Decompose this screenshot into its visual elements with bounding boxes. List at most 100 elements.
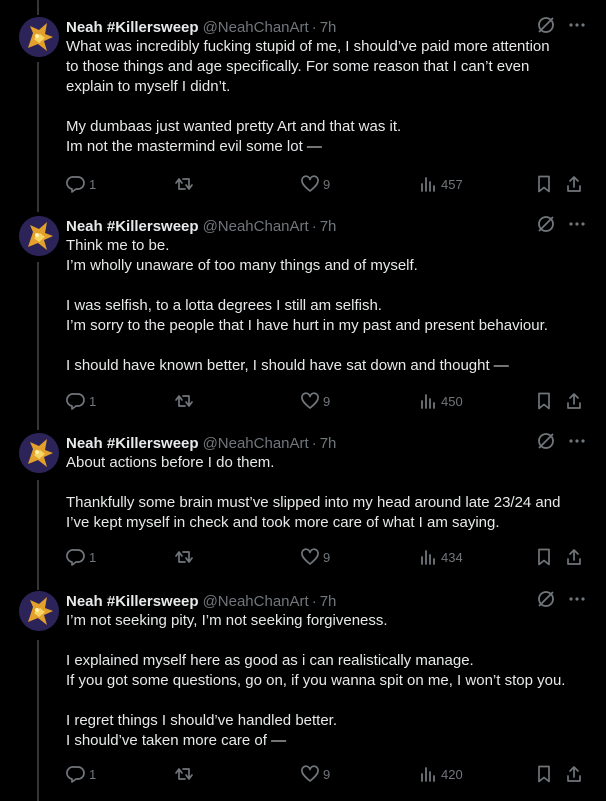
more-dots-icon[interactable] [568,590,586,613]
view-count: 420 [441,766,463,782]
more-dots-icon[interactable] [568,16,586,39]
reply-count: 1 [89,393,97,409]
views-button[interactable]: 457 [418,174,463,194]
like-button[interactable]: 9 [300,174,330,194]
slashed-circle-icon[interactable] [536,431,556,456]
display-name[interactable]: Neah #Killersweep [66,218,199,235]
share-icon [564,174,584,194]
reply-button[interactable]: 1 [66,391,96,411]
retweet-button[interactable] [174,764,197,784]
tweet[interactable]: Neah #Killersweep @NeahChanArt · 7h Thin… [0,214,606,416]
action-bar: 1 9 457 [66,174,586,194]
user-handle[interactable]: @NeahChanArt [203,435,309,452]
view-count: 434 [441,549,463,565]
like-button[interactable]: 9 [300,391,330,411]
share-button[interactable] [564,764,584,784]
views-button[interactable]: 434 [418,547,463,567]
tweet-header: Neah #Killersweep @NeahChanArt · 7h [66,17,336,37]
separator-dot: · [311,217,317,235]
tweet[interactable]: Neah #Killersweep @NeahChanArt · 7h I’m … [0,589,606,791]
user-handle[interactable]: @NeahChanArt [203,218,309,235]
bookmark-button[interactable] [534,764,554,784]
tweet-text: Think me to be. I’m wholly unaware of to… [66,236,586,376]
tweet[interactable]: Neah #Killersweep @NeahChanArt · 7h What… [0,15,606,197]
bookmark-icon [534,547,554,567]
bookmark-button[interactable] [534,391,554,411]
separator-dot: · [311,592,317,610]
retweet-icon [174,547,194,567]
tweet-paragraph: What was incredibly fucking stupid of me… [66,38,550,95]
display-name[interactable]: Neah #Killersweep [66,593,199,610]
reply-button[interactable]: 1 [66,547,96,567]
timestamp[interactable]: 7h [320,593,337,610]
like-count: 9 [323,176,331,192]
reply-icon [66,174,86,194]
display-name[interactable]: Neah #Killersweep [66,19,199,36]
bookmark-icon [534,764,554,784]
bookmark-icon [534,391,554,411]
view-count: 457 [441,176,463,192]
like-count: 9 [323,549,331,565]
retweet-icon [174,174,194,194]
tweet-header: Neah #Killersweep @NeahChanArt · 7h [66,433,336,453]
header-icons [536,589,586,614]
retweet-button[interactable] [174,391,197,411]
tweet-text: What was incredibly fucking stupid of me… [66,37,586,157]
slashed-circle-icon[interactable] [536,589,556,614]
like-button[interactable]: 9 [300,547,330,567]
heart-icon [300,764,320,784]
share-button[interactable] [564,174,584,194]
header-icons [536,15,586,40]
share-icon [564,547,584,567]
reply-icon [66,547,86,567]
retweet-icon [174,391,194,411]
user-handle[interactable]: @NeahChanArt [203,593,309,610]
more-dots-icon[interactable] [568,215,586,238]
action-bar: 1 9 450 [66,391,586,411]
tweet-paragraph: I should have known better, I should hav… [66,357,509,374]
action-bar: 1 9 420 [66,764,586,784]
slashed-circle-icon[interactable] [536,214,556,239]
views-button[interactable]: 420 [418,764,463,784]
reply-button[interactable]: 1 [66,174,96,194]
tweet-paragraph: My dumbaas just wanted pretty Art and th… [66,118,402,155]
slashed-circle-icon[interactable] [536,15,556,40]
tweet-paragraph: Thankfully some brain must’ve slipped in… [66,494,561,531]
retweet-button[interactable] [174,547,197,567]
retweet-button[interactable] [174,174,197,194]
header-icons [536,214,586,239]
views-bar-chart-icon [418,547,438,567]
tweet-paragraph: I was selfish, to a lotta degrees I stil… [66,297,548,334]
share-button[interactable] [564,547,584,567]
more-dots-icon[interactable] [568,432,586,455]
avatar[interactable] [19,591,59,631]
timestamp[interactable]: 7h [320,218,337,235]
timestamp[interactable]: 7h [320,435,337,452]
like-button[interactable]: 9 [300,764,330,784]
user-handle[interactable]: @NeahChanArt [203,19,309,36]
heart-icon [300,391,320,411]
bookmark-icon [534,174,554,194]
avatar[interactable] [19,216,59,256]
share-button[interactable] [564,391,584,411]
reply-button[interactable]: 1 [66,764,96,784]
share-icon [564,764,584,784]
tweet-paragraph: About actions before I do them. [66,454,275,471]
bookmark-button[interactable] [534,547,554,567]
views-bar-chart-icon [418,764,438,784]
display-name[interactable]: Neah #Killersweep [66,435,199,452]
tweet-paragraph: I’m not seeking pity, I’m not seeking fo… [66,612,388,629]
header-icons [536,431,586,456]
reply-count: 1 [89,549,97,565]
views-button[interactable]: 450 [418,391,463,411]
thread-line [37,0,39,15]
avatar[interactable] [19,433,59,473]
tweet-text: I’m not seeking pity, I’m not seeking fo… [66,611,586,751]
timestamp[interactable]: 7h [320,19,337,36]
avatar[interactable] [19,17,59,57]
tweet[interactable]: Neah #Killersweep @NeahChanArt · 7h Abou… [0,431,606,573]
bookmark-button[interactable] [534,174,554,194]
retweet-icon [174,764,194,784]
tweet-paragraph: I explained myself here as good as i can… [66,652,566,689]
views-bar-chart-icon [418,391,438,411]
